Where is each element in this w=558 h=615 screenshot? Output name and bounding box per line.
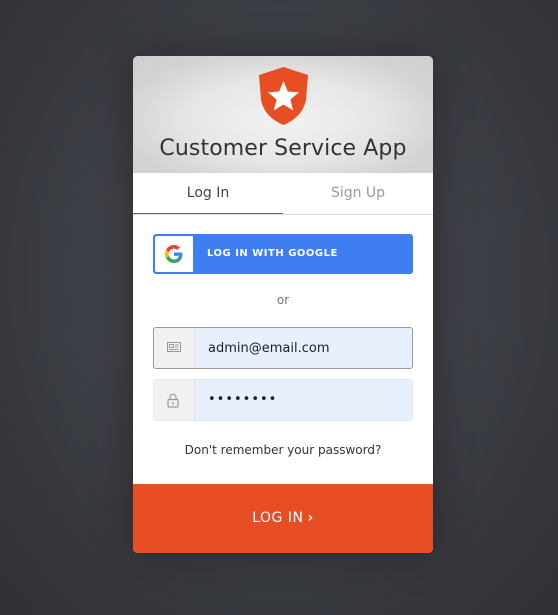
tab-sign-up[interactable]: Sign Up bbox=[283, 173, 433, 214]
password-input[interactable]: •••••••• bbox=[195, 380, 412, 420]
log-in-button[interactable]: LOG IN › bbox=[133, 484, 433, 553]
tab-log-in[interactable]: Log In bbox=[133, 173, 283, 214]
forgot-password-link[interactable]: Don't remember your password? bbox=[133, 443, 433, 457]
lock-icon bbox=[167, 393, 179, 408]
password-value: •••••••• bbox=[208, 392, 278, 407]
google-icon-box bbox=[155, 236, 193, 272]
envelope-icon bbox=[167, 342, 181, 352]
login-card: Customer Service App Log In Sign Up LOG … bbox=[133, 56, 433, 553]
email-input[interactable] bbox=[195, 328, 412, 368]
chevron-right-icon: › bbox=[307, 510, 314, 526]
log-in-label: LOG IN bbox=[252, 510, 304, 526]
email-icon-box bbox=[154, 328, 195, 368]
or-separator: or bbox=[276, 293, 290, 307]
google-login-button[interactable]: LOG IN WITH GOOGLE bbox=[153, 234, 413, 274]
shield-star-logo-icon bbox=[259, 67, 308, 125]
password-icon-box bbox=[154, 380, 195, 420]
password-field: •••••••• bbox=[153, 379, 413, 421]
auth-tabs: Log In Sign Up bbox=[133, 173, 433, 215]
google-icon bbox=[165, 245, 183, 263]
card-header: Customer Service App bbox=[133, 56, 433, 173]
app-title: Customer Service App bbox=[159, 136, 407, 161]
email-field bbox=[153, 327, 413, 369]
google-login-label: LOG IN WITH GOOGLE bbox=[207, 248, 338, 259]
